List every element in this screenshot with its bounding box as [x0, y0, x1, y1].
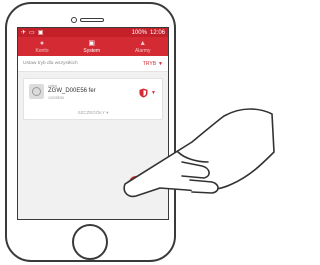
- mode-value: TRYB: [142, 60, 157, 67]
- home-button[interactable]: [72, 224, 108, 260]
- mode-label: Ustaw tryb dla wszystkich: [23, 61, 78, 66]
- battery-percent: 100%: [131, 29, 147, 36]
- tab-account-label: Konto: [35, 47, 49, 54]
- gallery-icon: ▣: [37, 30, 44, 36]
- airplane-icon: ✈: [21, 30, 27, 36]
- sim-icon: ▭: [29, 30, 35, 36]
- front-camera: [71, 17, 77, 23]
- tab-alarms[interactable]: ▲ Alarmy: [135, 40, 151, 54]
- bell-icon: ▲: [139, 39, 147, 47]
- clock: 12:06: [149, 29, 165, 36]
- tab-system[interactable]: ▣ System: [83, 40, 100, 54]
- mode-row: Ustaw tryb dla wszystkich TRYB ▼: [18, 56, 168, 72]
- tab-alarms-label: Alarmy: [134, 47, 151, 54]
- device-name: ZGW_D00E56 fer: [48, 88, 96, 94]
- pointing-hand-illustration: [123, 108, 275, 198]
- device-id: 10025E56: [48, 96, 64, 100]
- mode-dropdown[interactable]: TRYB ▼: [143, 61, 163, 67]
- tab-account[interactable]: ● Konto: [35, 40, 48, 54]
- chevron-down-icon: ▼: [158, 60, 163, 67]
- status-bar: ✈ ▭ ▣ 100% 12:06: [18, 28, 168, 37]
- details-label: SZCZEGÓŁY: [77, 110, 105, 115]
- chevron-down-icon: ▾: [106, 110, 109, 115]
- earpiece-speaker: [80, 18, 104, 22]
- user-icon: ●: [39, 39, 45, 47]
- top-navigation: ● Konto ▣ System ▲ Alarmy: [18, 37, 168, 56]
- system-icon: ▣: [88, 39, 96, 47]
- gateway-icon: [29, 84, 44, 99]
- tab-system-label: System: [83, 47, 101, 54]
